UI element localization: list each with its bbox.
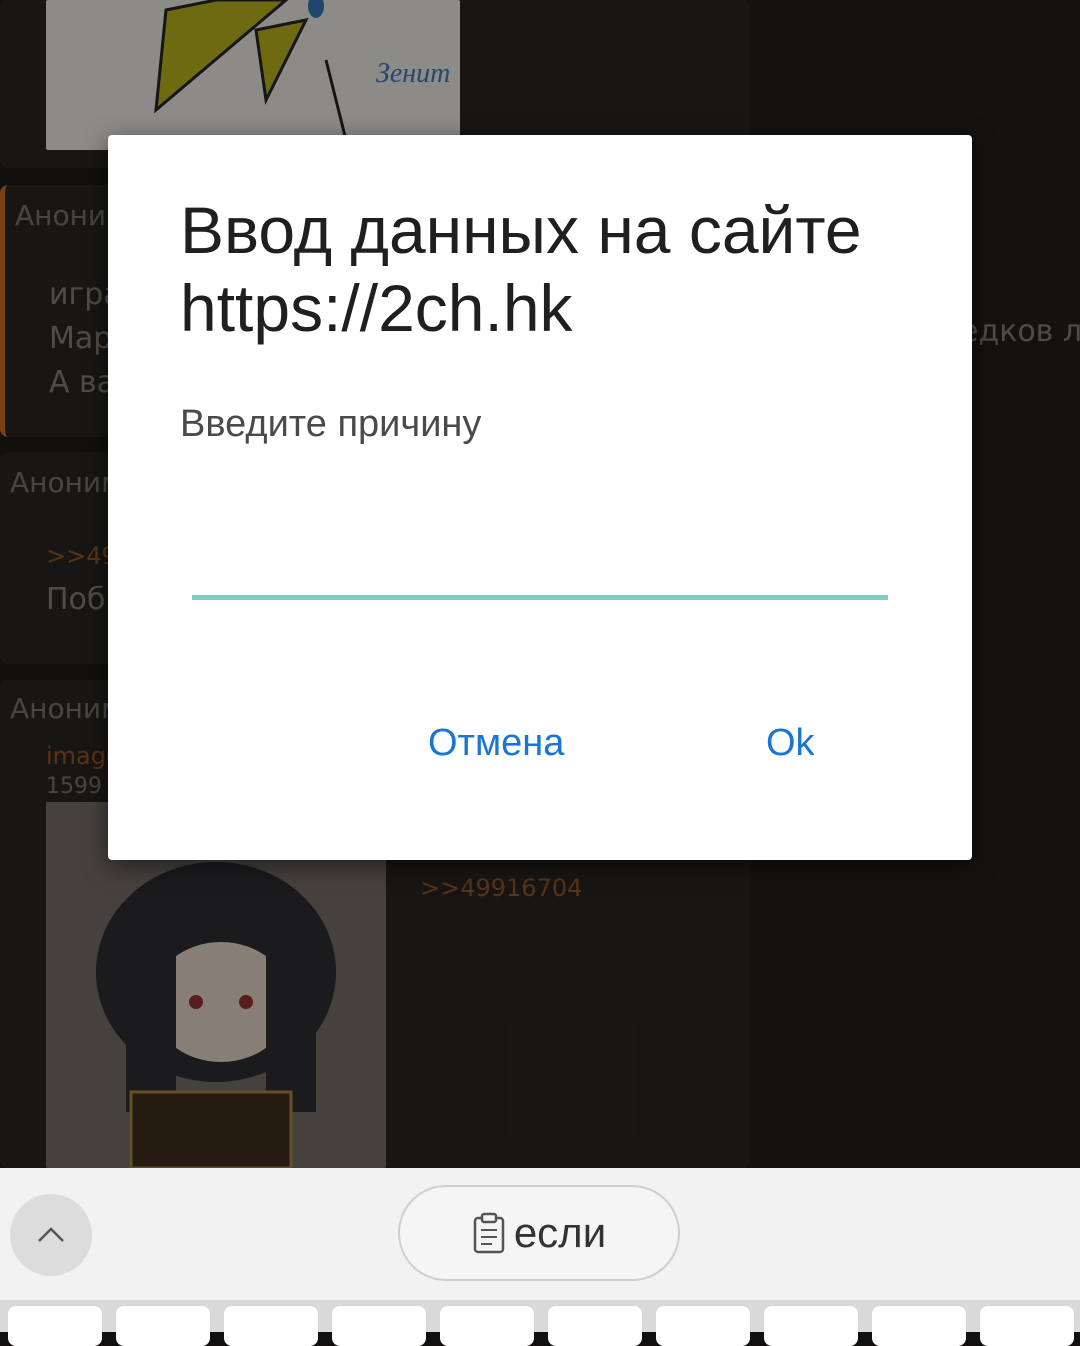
clipboard-suggestion[interactable]: если <box>398 1185 680 1281</box>
clipboard-icon <box>473 1212 505 1254</box>
keyboard-key[interactable] <box>8 1306 102 1346</box>
chevron-up-glyph <box>38 1227 64 1242</box>
keyboard-key[interactable] <box>764 1306 858 1346</box>
suggestion-text: если <box>513 1209 607 1256</box>
keyboard-key[interactable] <box>656 1306 750 1346</box>
keyboard-suggestion-bar: если <box>0 1168 1080 1300</box>
cancel-button[interactable]: Отмена <box>420 711 572 775</box>
dialog-message: Введите причину <box>180 403 482 445</box>
keyboard-key[interactable] <box>224 1306 318 1346</box>
keyboard-key[interactable] <box>440 1306 534 1346</box>
keyboard-keys-row <box>0 1300 1080 1346</box>
keyboard-key[interactable] <box>116 1306 210 1346</box>
keyboard-key[interactable] <box>872 1306 966 1346</box>
ok-button[interactable]: Ok <box>758 711 823 775</box>
chevron-up-icon[interactable] <box>10 1194 92 1276</box>
input-dialog: Ввод данных на сайте https://2ch.hk Введ… <box>108 135 972 860</box>
reason-input[interactable] <box>192 531 888 600</box>
keyboard-key[interactable] <box>980 1306 1074 1346</box>
dialog-title: Ввод данных на сайте https://2ch.hk <box>180 193 862 345</box>
keyboard-key[interactable] <box>548 1306 642 1346</box>
keyboard-key[interactable] <box>332 1306 426 1346</box>
